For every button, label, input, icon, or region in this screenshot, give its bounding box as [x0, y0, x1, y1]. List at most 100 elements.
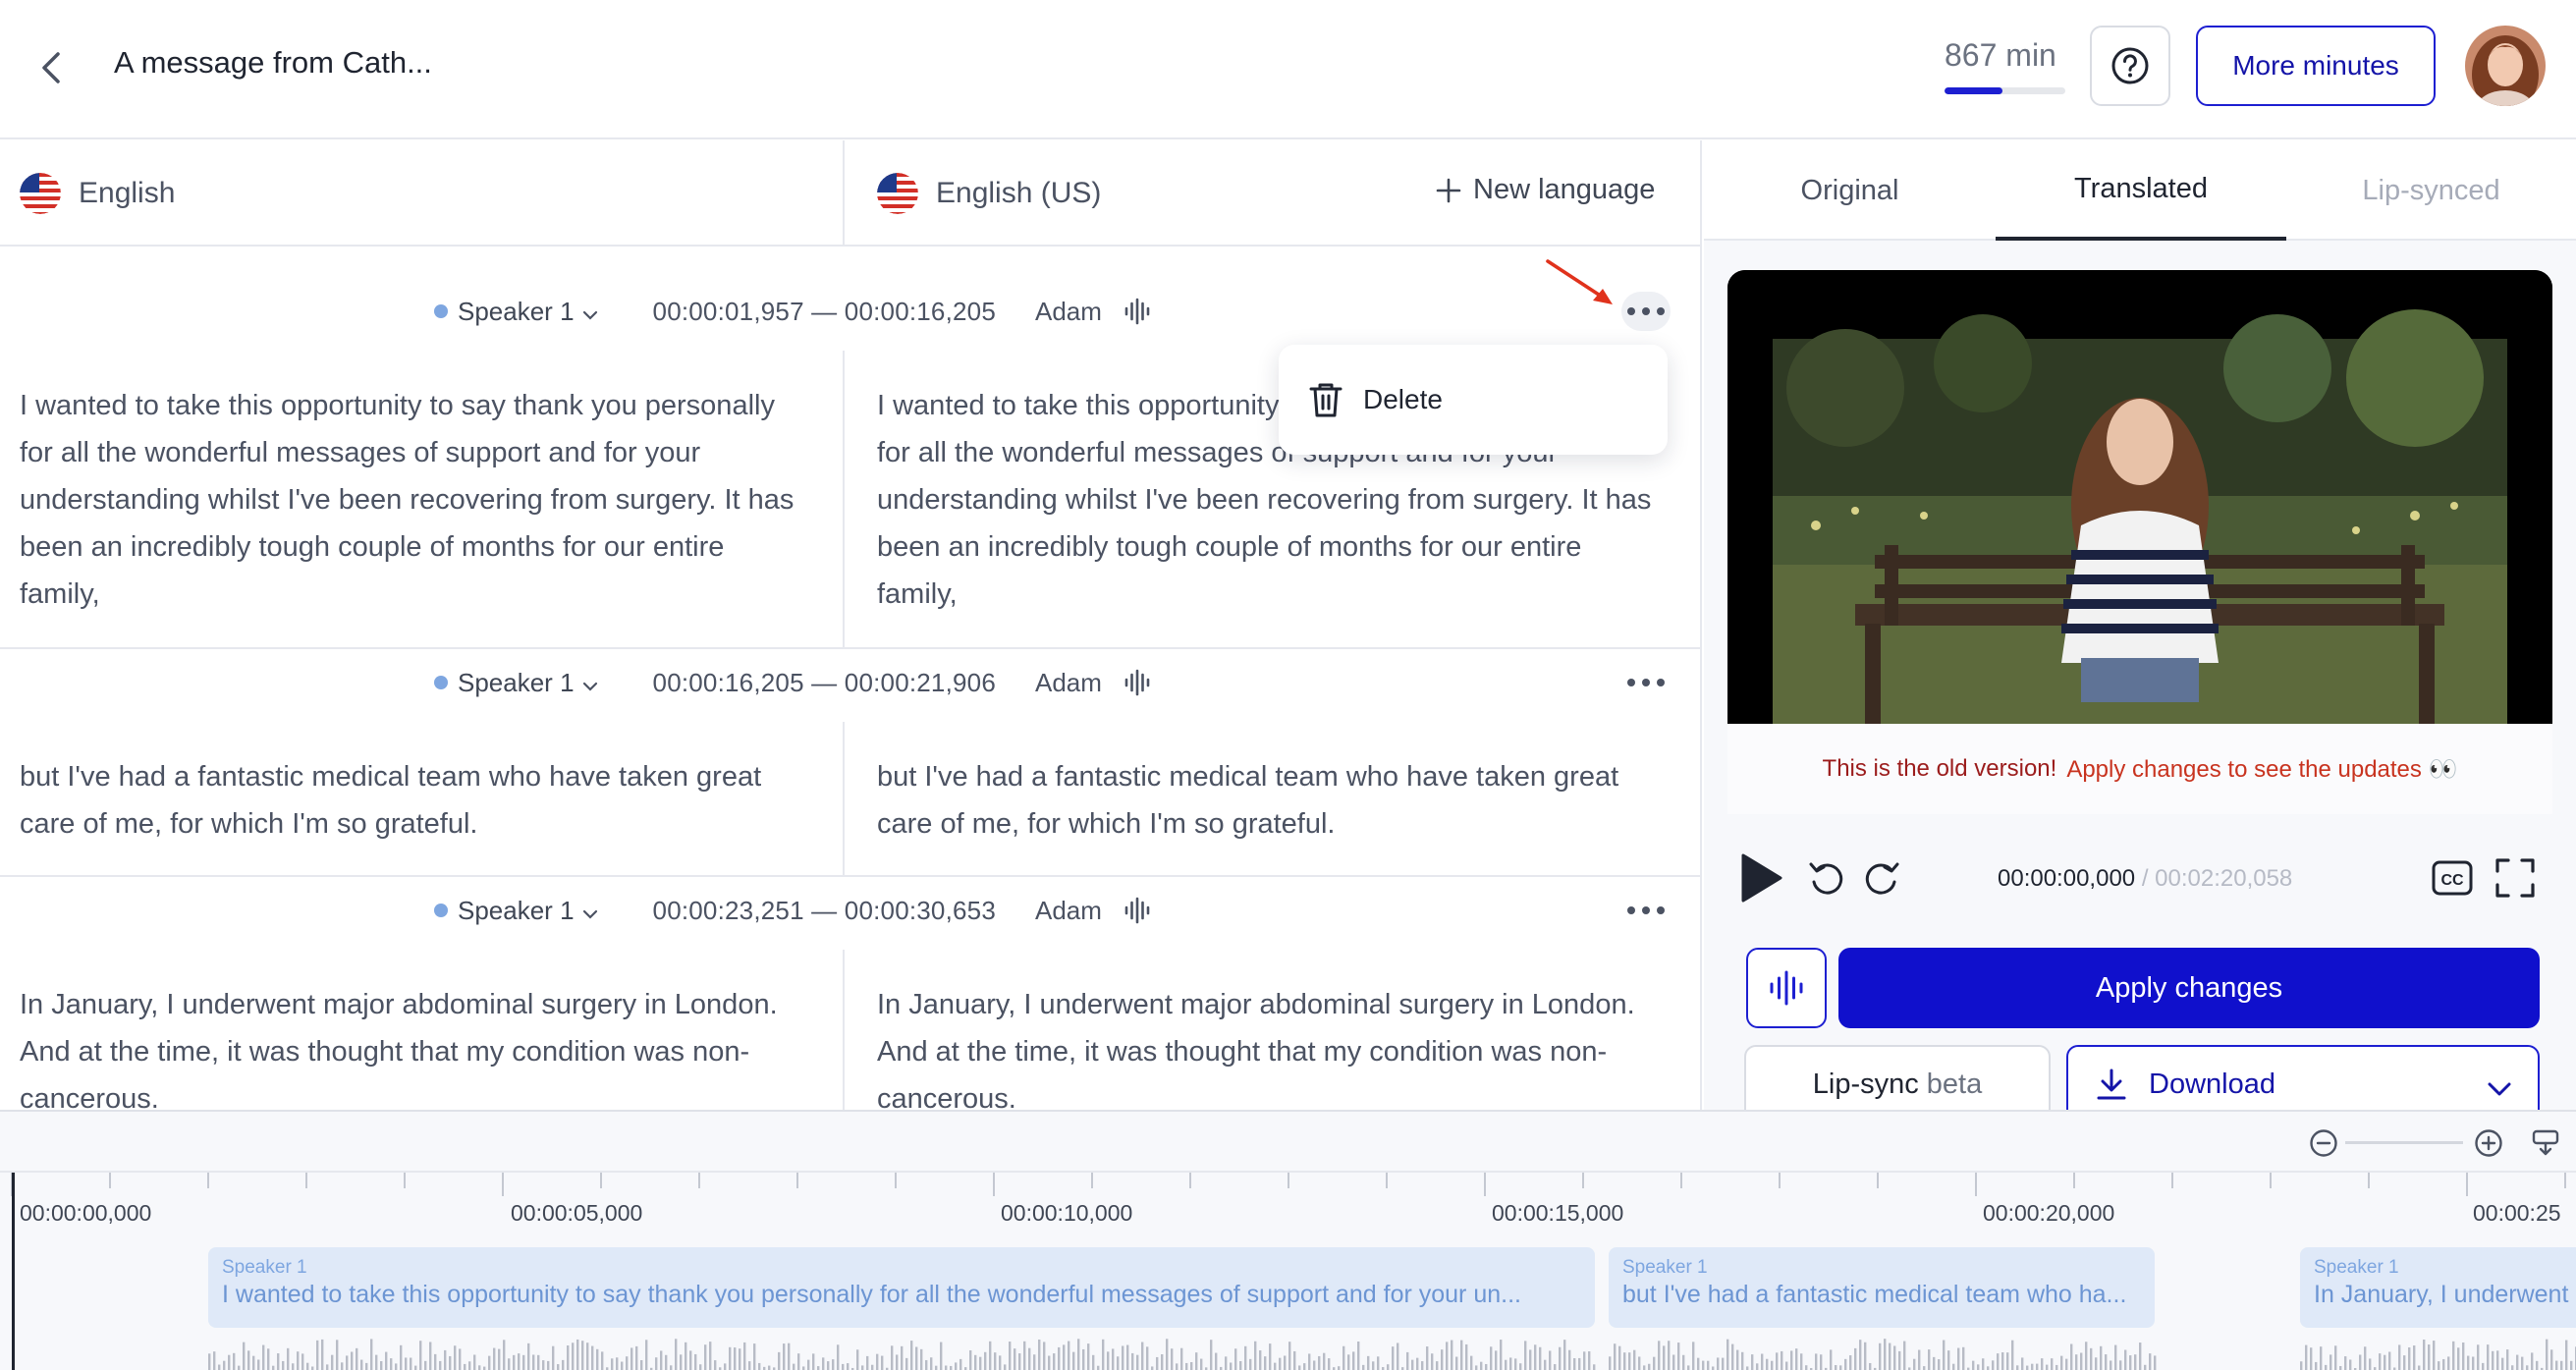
- waveform-bar: [920, 1348, 923, 1370]
- page-title: A message from Cath...: [114, 45, 432, 80]
- waveform-bar: [1185, 1362, 1188, 1370]
- segment-target-text[interactable]: In January, I underwent major abdominal …: [877, 981, 1663, 1110]
- timeline-settings-button[interactable]: [2528, 1125, 2563, 1159]
- waveform-bar: [518, 1353, 521, 1370]
- waveform-bar: [876, 1353, 879, 1370]
- waveform-bar: [1623, 1352, 1626, 1370]
- segment-meta: Speaker 1 00:00:16,205 — 00:00:21,906 Ad…: [434, 663, 1151, 702]
- waveform-bar: [1377, 1356, 1380, 1370]
- waveform-bar: [228, 1354, 231, 1370]
- waveform-bar: [896, 1354, 899, 1370]
- tab-lip-synced[interactable]: Lip-synced: [2286, 140, 2576, 241]
- fullscreen-button[interactable]: [2494, 856, 2537, 900]
- clip-text: In January, I underwent: [2314, 1281, 2569, 1308]
- voice-waveform-icon[interactable]: [1124, 669, 1151, 696]
- segment-divider: [843, 722, 845, 877]
- waveform-bar: [1200, 1358, 1203, 1370]
- more-minutes-button[interactable]: More minutes: [2196, 26, 2436, 106]
- waveform-bar: [1308, 1353, 1311, 1370]
- waveform-bar: [1668, 1341, 1671, 1370]
- waveform-bar: [2110, 1360, 2112, 1370]
- segment-options-button[interactable]: [1621, 292, 1671, 331]
- waveform-bar: [346, 1355, 349, 1370]
- new-language-button[interactable]: New language: [1436, 174, 1655, 206]
- voice-waveform-icon[interactable]: [1124, 298, 1151, 325]
- captions-button[interactable]: CC: [2431, 858, 2474, 898]
- video-preview[interactable]: [1727, 270, 2552, 724]
- forward-button[interactable]: [1861, 857, 1902, 899]
- waveform-bar: [2320, 1346, 2323, 1370]
- segment-target-text[interactable]: but I've had a fantastic medical team wh…: [877, 753, 1663, 848]
- source-language[interactable]: English: [20, 173, 175, 214]
- waveform-bar: [1593, 1364, 1596, 1370]
- waveform-bar: [1524, 1341, 1527, 1370]
- forward-icon: [1865, 862, 1899, 895]
- zoom-slider[interactable]: [2345, 1141, 2463, 1144]
- waveform-bar: [459, 1348, 462, 1370]
- segment-voice[interactable]: Adam: [1035, 668, 1102, 698]
- waveform-bar: [724, 1363, 727, 1370]
- chevron-down-icon[interactable]: [582, 297, 598, 327]
- waveform-bar: [1421, 1361, 1424, 1370]
- waveform-bar: [1490, 1346, 1493, 1370]
- zoom-in-button[interactable]: [2473, 1127, 2504, 1159]
- waveform-bar: [395, 1363, 398, 1370]
- speaker-select[interactable]: Speaker 1: [458, 668, 575, 698]
- segment-time-range[interactable]: 00:00:16,205 — 00:00:21,906: [653, 668, 996, 698]
- waveform-bar: [680, 1354, 683, 1370]
- waveform-bar: [547, 1360, 550, 1370]
- segment-options-button[interactable]: [1621, 891, 1671, 930]
- segment-time-range[interactable]: 00:00:01,957 — 00:00:16,205: [653, 297, 996, 327]
- tab-original[interactable]: Original: [1704, 140, 1996, 241]
- waveform-bar: [1357, 1341, 1360, 1370]
- segment-time-range[interactable]: 00:00:23,251 — 00:00:30,653: [653, 896, 996, 926]
- waveform-bar: [1048, 1355, 1051, 1370]
- tab-translated[interactable]: Translated: [1996, 140, 2286, 241]
- apply-changes-hint: Apply changes to see the updates 👀: [2066, 755, 2458, 783]
- segment-source-text[interactable]: but I've had a fantastic medical team wh…: [20, 753, 805, 848]
- apply-changes-button[interactable]: Apply changes: [1838, 948, 2540, 1028]
- timeline-clip[interactable]: Speaker 1 In January, I underwent: [2300, 1247, 2576, 1328]
- segment-row: Speaker 1 00:00:23,251 — 00:00:30,653 Ad…: [0, 877, 1700, 1110]
- waveform-bar: [1328, 1358, 1331, 1370]
- waveform-bar: [1534, 1344, 1537, 1370]
- back-button[interactable]: [27, 43, 77, 92]
- waveform-bar: [2001, 1352, 2004, 1370]
- waveform-bar: [758, 1362, 761, 1370]
- voice-waveform-icon[interactable]: [1124, 897, 1151, 924]
- help-button[interactable]: [2090, 26, 2170, 106]
- target-language[interactable]: English (US): [877, 173, 1101, 214]
- timeline-clip[interactable]: Speaker 1 I wanted to take this opportun…: [208, 1247, 1595, 1328]
- delete-menu-item[interactable]: Delete: [1363, 384, 1443, 415]
- segment-options-button[interactable]: [1621, 663, 1671, 702]
- waveform-bar: [1500, 1340, 1503, 1370]
- segment-voice[interactable]: Adam: [1035, 896, 1102, 926]
- waveform-bar: [1628, 1352, 1631, 1370]
- zoom-out-button[interactable]: [2308, 1127, 2339, 1159]
- user-avatar[interactable]: [2465, 26, 2546, 106]
- timeline-clip[interactable]: Speaker 1 but I've had a fantastic medic…: [1609, 1247, 2155, 1328]
- waveform-bar: [748, 1361, 751, 1370]
- chevron-down-icon[interactable]: [582, 668, 598, 698]
- segment-source-text[interactable]: I wanted to take this opportunity to say…: [20, 382, 805, 618]
- segment-source-text[interactable]: In January, I underwent major abdominal …: [20, 981, 805, 1110]
- play-button[interactable]: [1735, 853, 1784, 903]
- speaker-select[interactable]: Speaker 1: [458, 896, 575, 926]
- waveform-bar: [1126, 1344, 1129, 1370]
- rewind-button[interactable]: [1806, 857, 1847, 899]
- minutes-progress-fill: [1945, 87, 2003, 94]
- audio-waveform-button[interactable]: [1746, 948, 1827, 1028]
- speaker-select[interactable]: Speaker 1: [458, 297, 575, 327]
- playhead[interactable]: [12, 1173, 15, 1370]
- waveform-bar: [252, 1355, 255, 1370]
- waveform-bar: [365, 1362, 368, 1370]
- waveform-bar: [655, 1357, 658, 1370]
- waveform-bar: [2060, 1355, 2063, 1370]
- segment-voice[interactable]: Adam: [1035, 297, 1102, 327]
- chevron-down-icon[interactable]: [582, 896, 598, 926]
- waveform-bar: [218, 1364, 221, 1370]
- waveform-bar: [2472, 1356, 2475, 1370]
- waveform-bar: [969, 1349, 972, 1370]
- preview-tabs: Original Translated Lip-synced: [1704, 140, 2576, 241]
- chevron-down-icon[interactable]: [2487, 1072, 2512, 1105]
